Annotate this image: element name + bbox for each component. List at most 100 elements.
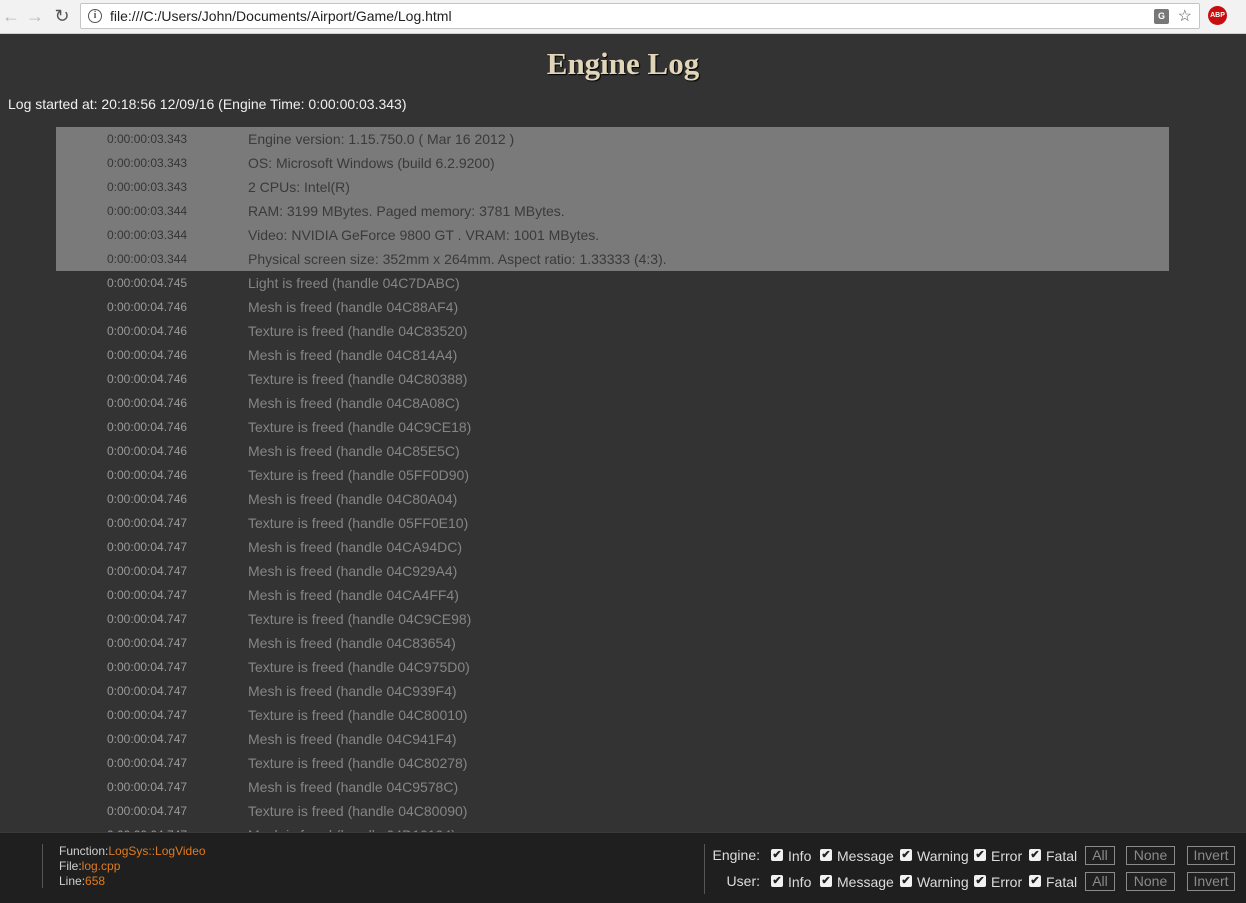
source-info: Function:LogSys::LogVideo File:log.cpp L… bbox=[59, 844, 206, 889]
log-entry[interactable]: 0:00:00:03.343 OS: Microsoft Windows (bui… bbox=[56, 151, 1169, 175]
file-label: File: bbox=[59, 859, 82, 873]
url-text[interactable]: file:///C:/Users/John/Documents/Airport/… bbox=[110, 8, 452, 24]
checkbox-check-icon[interactable]: ✔ bbox=[771, 875, 783, 887]
log-entry[interactable]: 0:00:00:04.747 Texture is freed (handle 0… bbox=[56, 799, 1169, 823]
address-bar[interactable]: i file:///C:/Users/John/Documents/Airpor… bbox=[80, 3, 1200, 29]
log-entry-message: Mesh is freed (handle 04C939F4) bbox=[248, 683, 457, 699]
divider bbox=[42, 844, 43, 888]
checkbox-check-icon[interactable]: ✔ bbox=[1029, 849, 1041, 861]
filter-invert-button[interactable]: Invert bbox=[1187, 872, 1235, 891]
log-entry[interactable]: 0:00:00:04.746 Mesh is freed (handle 04C8… bbox=[56, 391, 1169, 415]
log-entry[interactable]: 0:00:00:04.747 Mesh is freed (handle 04C9… bbox=[56, 775, 1169, 799]
log-entry[interactable]: 0:00:00:04.747 Mesh is freed (handle 04C9… bbox=[56, 679, 1169, 703]
log-entry[interactable]: 0:00:00:04.746 Texture is freed (handle 0… bbox=[56, 367, 1169, 391]
log-entry-time: 0:00:00:04.747 bbox=[107, 564, 188, 578]
log-entry[interactable]: 0:00:00:04.746 Mesh is freed (handle 04C8… bbox=[56, 343, 1169, 367]
adblock-icon[interactable]: ABP bbox=[1208, 6, 1227, 25]
log-entry[interactable]: 0:00:00:04.747 Mesh is freed (handle 04C9… bbox=[56, 559, 1169, 583]
filter-checkbox-info[interactable]: ✔ Info bbox=[771, 874, 811, 890]
filter-checkbox-warning[interactable]: ✔ Warning bbox=[900, 848, 969, 864]
arrow-left-icon[interactable]: ← bbox=[0, 5, 22, 27]
log-entry[interactable]: 0:00:00:04.745 Light is freed (handle 04C… bbox=[56, 271, 1169, 295]
checkbox-label: Info bbox=[788, 874, 812, 890]
log-entry[interactable]: 0:00:00:04.746 Mesh is freed (handle 04C8… bbox=[56, 487, 1169, 511]
checkbox-check-icon[interactable]: ✔ bbox=[771, 849, 783, 861]
log-list[interactable]: 0:00:00:03.343 Engine version: 1.15.750.0… bbox=[56, 127, 1169, 832]
checkbox-label: Fatal bbox=[1046, 848, 1078, 864]
log-entry-message: Texture is freed (handle 04C9CE18) bbox=[248, 419, 472, 435]
log-entry-message: Texture is freed (handle 04C975D0) bbox=[248, 659, 470, 675]
log-entry-time: 0:00:00:03.344 bbox=[107, 252, 188, 266]
log-entry[interactable]: 0:00:00:04.747 Mesh is freed (handle 04D1… bbox=[56, 823, 1169, 832]
log-entry[interactable]: 0:00:00:04.747 Texture is freed (handle 0… bbox=[56, 751, 1169, 775]
log-entry[interactable]: 0:00:00:04.746 Mesh is freed (handle 04C8… bbox=[56, 295, 1169, 319]
log-entry-time: 0:00:00:04.746 bbox=[107, 420, 188, 434]
checkbox-label: Message bbox=[837, 874, 894, 890]
filter-checkbox-info[interactable]: ✔ Info bbox=[771, 848, 811, 864]
log-entry[interactable]: 0:00:00:03.343 2 CPUs: Intel(R) bbox=[56, 175, 1169, 199]
log-entry[interactable]: 0:00:00:04.747 Mesh is freed (handle 04CA… bbox=[56, 583, 1169, 607]
checkbox-check-icon[interactable]: ✔ bbox=[974, 875, 986, 887]
filter-row-user: User: ✔ Info ✔ Message ✔ Warning ✔ Error ✔ Fatal Al… bbox=[700, 872, 1246, 892]
checkbox-check-icon[interactable]: ✔ bbox=[974, 849, 986, 861]
filter-invert-button[interactable]: Invert bbox=[1187, 846, 1235, 865]
log-entry-time: 0:00:00:04.746 bbox=[107, 324, 188, 338]
function-line: Function:LogSys::LogVideo bbox=[59, 844, 206, 859]
log-entry-message: Mesh is freed (handle 04C8A08C) bbox=[248, 395, 460, 411]
log-entry[interactable]: 0:00:00:04.746 Mesh is freed (handle 04C8… bbox=[56, 439, 1169, 463]
log-entry[interactable]: 0:00:00:04.747 Mesh is freed (handle 04C8… bbox=[56, 631, 1169, 655]
log-entry[interactable]: 0:00:00:03.344 Video: NVIDIA GeForce 9800… bbox=[56, 223, 1169, 247]
file-value: log.cpp bbox=[81, 859, 121, 873]
reload-icon[interactable]: ↻ bbox=[51, 5, 73, 27]
log-entry-message: OS: Microsoft Windows (build 6.2.9200) bbox=[248, 155, 495, 171]
star-icon[interactable]: ☆ bbox=[1178, 6, 1192, 26]
log-entry[interactable]: 0:00:00:04.747 Mesh is freed (handle 04CA… bbox=[56, 535, 1169, 559]
checkbox-label: Warning bbox=[917, 874, 969, 890]
log-entry-message: Texture is freed (handle 05FF0D90) bbox=[248, 467, 469, 483]
log-entry[interactable]: 0:00:00:03.344 RAM: 3199 MBytes. Paged me… bbox=[56, 199, 1169, 223]
log-entry-time: 0:00:00:04.746 bbox=[107, 444, 188, 458]
checkbox-check-icon[interactable]: ✔ bbox=[900, 849, 912, 861]
checkbox-label: Info bbox=[788, 848, 812, 864]
filter-checkbox-error[interactable]: ✔ Error bbox=[974, 874, 1022, 890]
log-entry-message: Texture is freed (handle 04C80278) bbox=[248, 755, 468, 771]
log-entry-time: 0:00:00:04.747 bbox=[107, 756, 188, 770]
filter-checkbox-error[interactable]: ✔ Error bbox=[974, 848, 1022, 864]
filter-checkbox-fatal[interactable]: ✔ Fatal bbox=[1029, 848, 1077, 864]
log-entry-time: 0:00:00:03.344 bbox=[107, 204, 188, 218]
checkbox-check-icon[interactable]: ✔ bbox=[900, 875, 912, 887]
line-value: 658 bbox=[85, 874, 106, 888]
log-entry[interactable]: 0:00:00:03.344 Physical screen size: 352m… bbox=[56, 247, 1169, 271]
log-entry[interactable]: 0:00:00:04.747 Mesh is freed (handle 04C9… bbox=[56, 727, 1169, 751]
filter-all-button[interactable]: All bbox=[1085, 872, 1115, 891]
log-entry-time: 0:00:00:04.747 bbox=[107, 804, 188, 818]
info-icon[interactable]: i bbox=[88, 9, 102, 23]
checkbox-check-icon[interactable]: ✔ bbox=[1029, 875, 1041, 887]
filter-checkbox-message[interactable]: ✔ Message bbox=[820, 848, 894, 864]
log-entry-time: 0:00:00:04.746 bbox=[107, 372, 188, 386]
log-entry[interactable]: 0:00:00:04.746 Texture is freed (handle 0… bbox=[56, 319, 1169, 343]
line-label: Line: bbox=[59, 874, 86, 888]
filter-checkbox-warning[interactable]: ✔ Warning bbox=[900, 874, 969, 890]
log-entry-message: Mesh is freed (handle 04C9578C) bbox=[248, 779, 459, 795]
log-entry[interactable]: 0:00:00:04.746 Texture is freed (handle 0… bbox=[56, 463, 1169, 487]
filter-none-button[interactable]: None bbox=[1126, 872, 1175, 891]
filter-checkbox-message[interactable]: ✔ Message bbox=[820, 874, 894, 890]
filter-checkbox-fatal[interactable]: ✔ Fatal bbox=[1029, 874, 1077, 890]
translate-icon[interactable]: G bbox=[1154, 9, 1169, 24]
log-entry[interactable]: 0:00:00:04.747 Texture is freed (handle 0… bbox=[56, 511, 1169, 535]
log-entry-message: 2 CPUs: Intel(R) bbox=[248, 179, 350, 195]
arrow-right-icon[interactable]: → bbox=[24, 5, 46, 27]
checkbox-check-icon[interactable]: ✔ bbox=[820, 849, 832, 861]
log-entry-time: 0:00:00:04.746 bbox=[107, 468, 188, 482]
log-entry[interactable]: 0:00:00:04.747 Texture is freed (handle 0… bbox=[56, 655, 1169, 679]
log-entry[interactable]: 0:00:00:04.747 Texture is freed (handle 0… bbox=[56, 703, 1169, 727]
log-entry-message: Mesh is freed (handle 04CA94DC) bbox=[248, 539, 462, 555]
filter-all-button[interactable]: All bbox=[1085, 846, 1115, 865]
log-entry[interactable]: 0:00:00:03.343 Engine version: 1.15.750.0… bbox=[56, 127, 1169, 151]
log-entry-time: 0:00:00:04.747 bbox=[107, 612, 188, 626]
filter-none-button[interactable]: None bbox=[1126, 846, 1175, 865]
checkbox-check-icon[interactable]: ✔ bbox=[820, 875, 832, 887]
log-entry[interactable]: 0:00:00:04.747 Texture is freed (handle 0… bbox=[56, 607, 1169, 631]
log-entry[interactable]: 0:00:00:04.746 Texture is freed (handle 0… bbox=[56, 415, 1169, 439]
